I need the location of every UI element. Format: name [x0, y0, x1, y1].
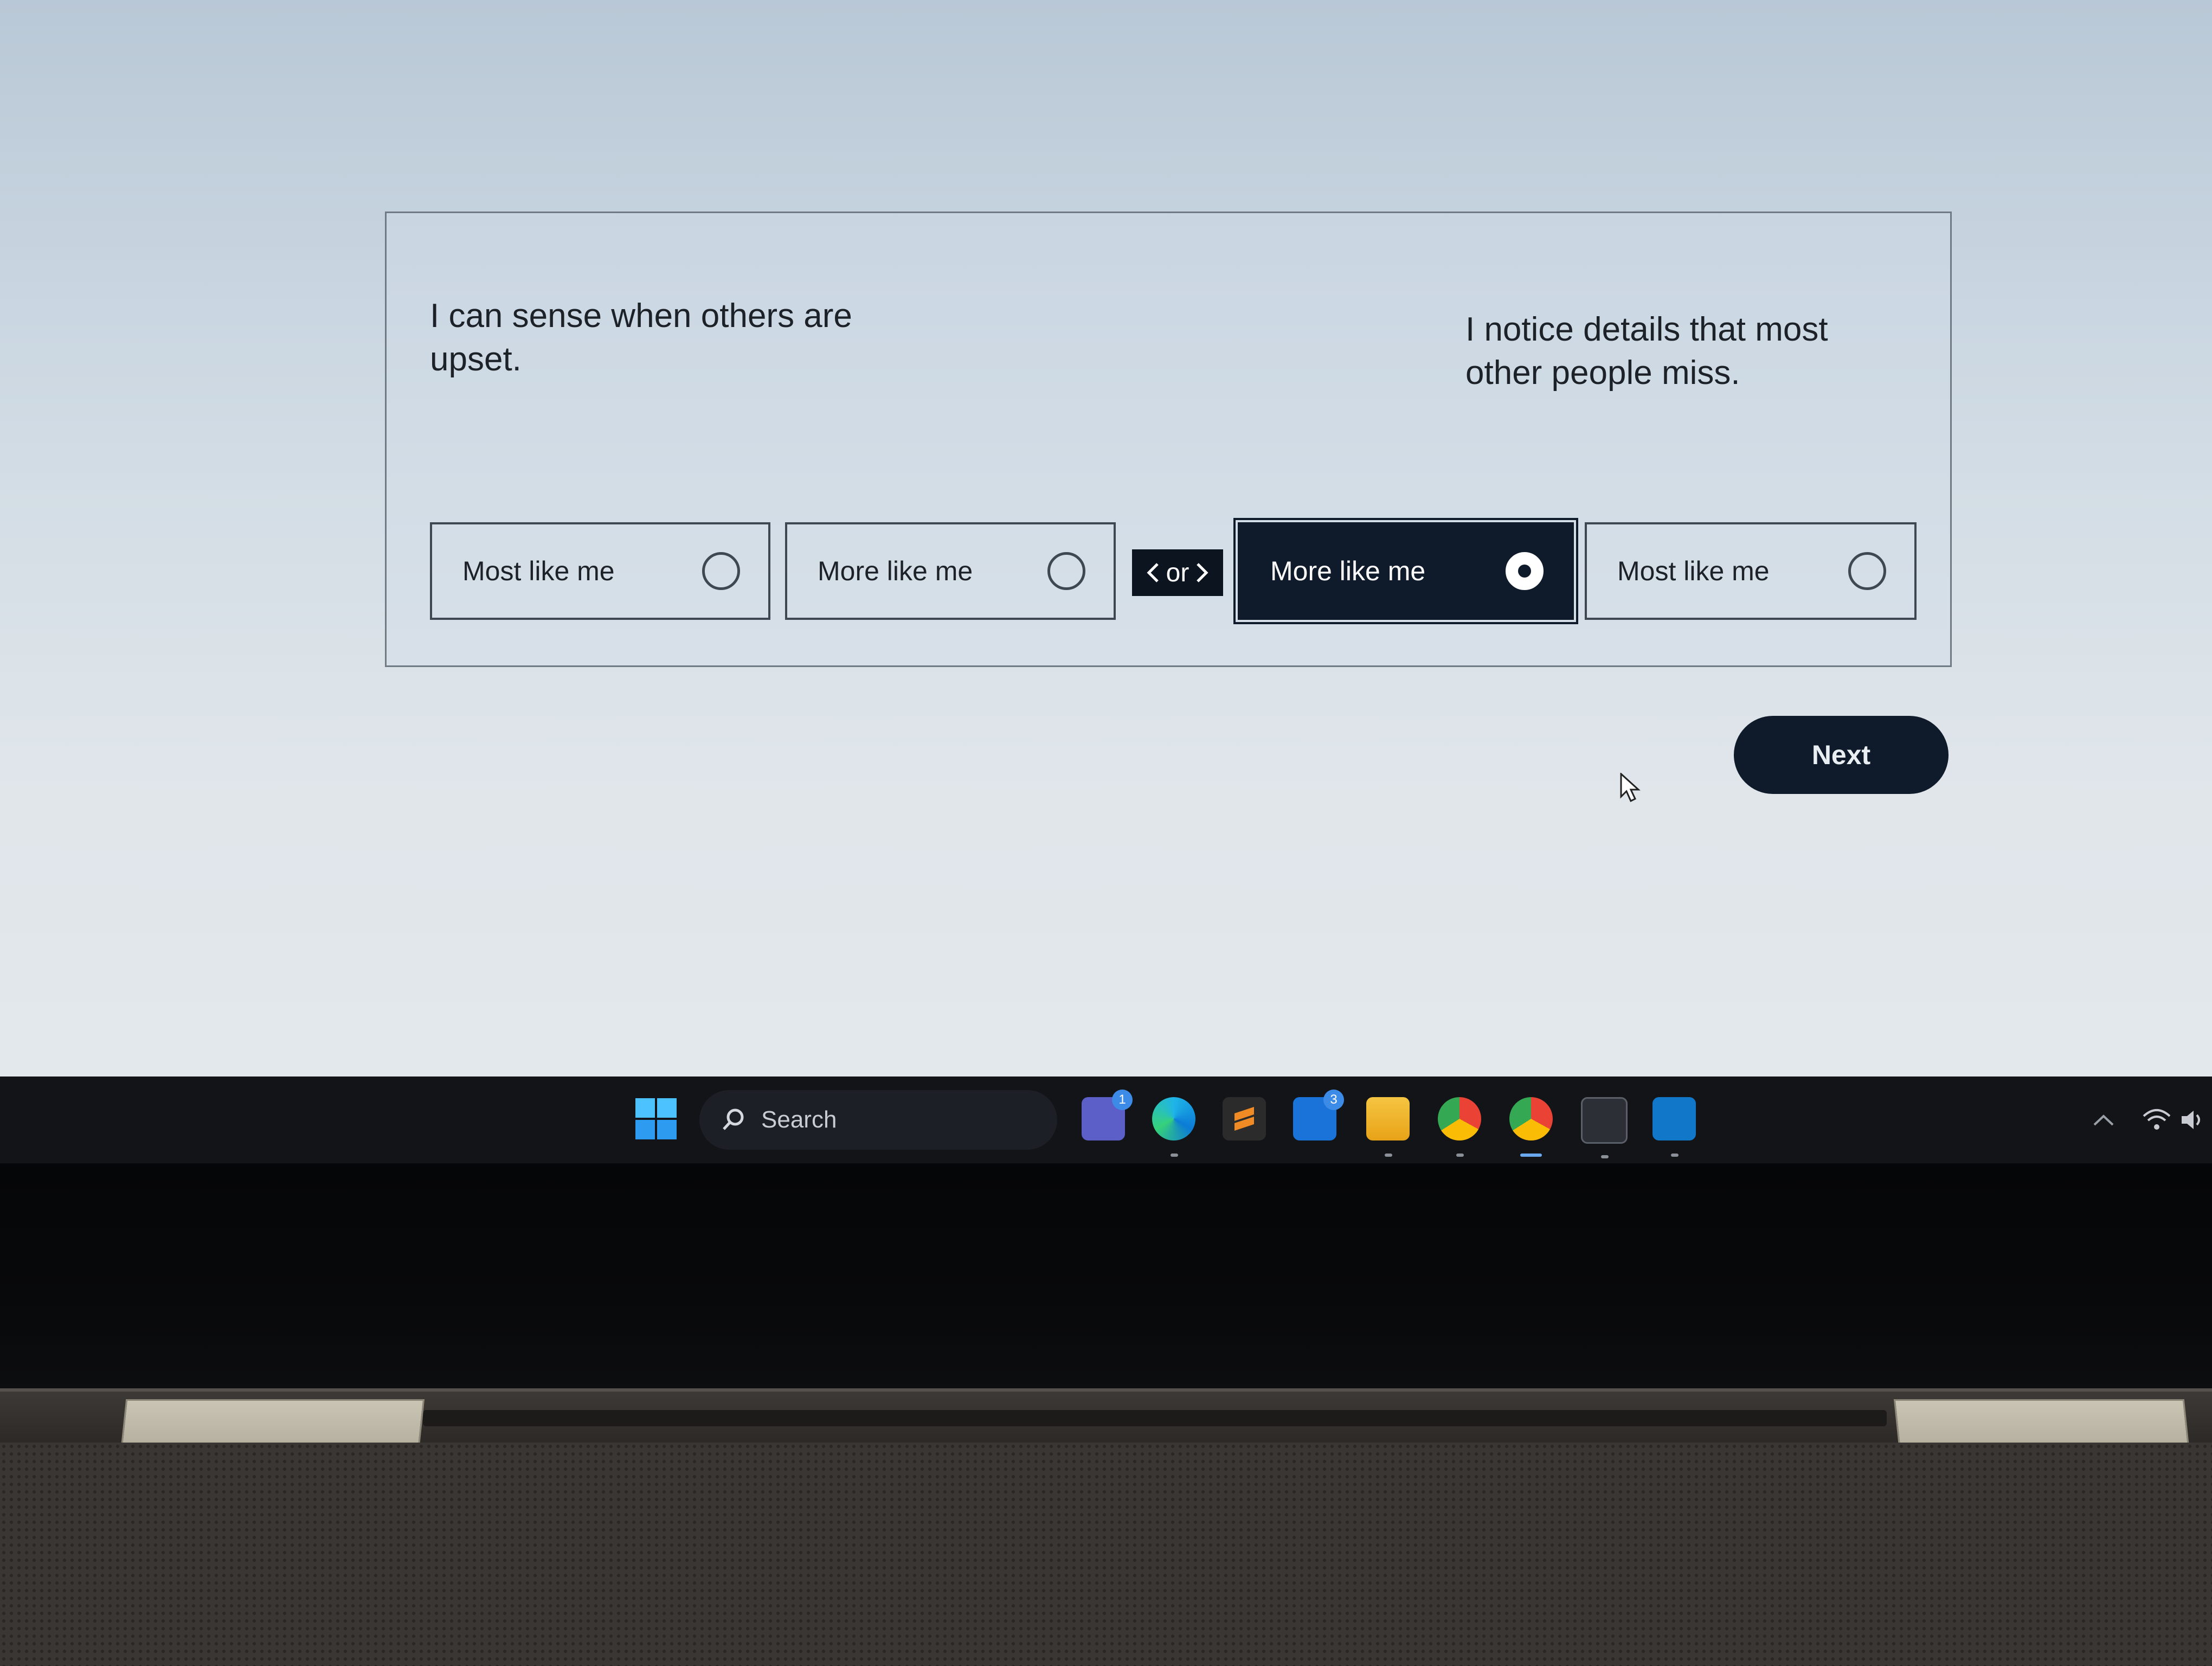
option-label: Most like me: [462, 556, 615, 586]
option-left-more[interactable]: More like me: [785, 522, 1116, 620]
chevron-right-icon: [1197, 563, 1208, 582]
radio-button-selected[interactable]: [1506, 552, 1544, 590]
chrome-profile-icon[interactable]: [1509, 1097, 1553, 1157]
or-divider: or: [1132, 549, 1223, 596]
chrome-icon[interactable]: [1438, 1097, 1481, 1157]
or-label: or: [1166, 558, 1189, 587]
windows-start-icon[interactable]: [635, 1098, 677, 1139]
sublime-text-icon[interactable]: [1223, 1097, 1266, 1140]
running-indicator: [1171, 1154, 1178, 1157]
taskbar: Search 1 3: [0, 1077, 2212, 1163]
hinge-strip: [423, 1410, 1887, 1426]
notification-badge: 3: [1323, 1090, 1344, 1110]
option-right-most[interactable]: Most like me: [1585, 522, 1917, 620]
laptop-bezel: [0, 1163, 2212, 1396]
keyboard-deck: [0, 1443, 2212, 1666]
mail-icon[interactable]: 3: [1293, 1090, 1344, 1140]
terminal-icon[interactable]: [1581, 1097, 1628, 1158]
radio-button[interactable]: [1848, 552, 1886, 590]
teams-icon[interactable]: 1: [1082, 1090, 1133, 1140]
running-indicator: [1385, 1154, 1392, 1157]
option-label: More like me: [1270, 556, 1426, 586]
radio-button[interactable]: [1047, 552, 1085, 590]
notification-badge: 1: [1112, 1090, 1133, 1110]
option-label: More like me: [818, 556, 973, 586]
left-statement: I can sense when others are upset.: [430, 297, 852, 378]
question-card: I can sense when others are upset. I not…: [385, 212, 1952, 667]
sublime-glyph-icon: [1234, 1107, 1254, 1131]
search-label: Search: [761, 1106, 837, 1133]
screen: I can sense when others are upset. I not…: [0, 0, 2212, 1077]
edge-icon[interactable]: [1152, 1097, 1195, 1157]
chevron-left-icon: [1147, 563, 1159, 582]
running-indicator: [1671, 1154, 1679, 1157]
volume-icon[interactable]: [2179, 1106, 2210, 1133]
search-icon: [723, 1108, 744, 1130]
chevron-up-icon[interactable]: [2090, 1106, 2117, 1133]
option-left-most[interactable]: Most like me: [430, 522, 770, 620]
running-indicator: [1456, 1154, 1464, 1157]
file-explorer-icon[interactable]: [1366, 1097, 1410, 1157]
mouse-cursor-icon: [1620, 773, 1641, 803]
option-label: Most like me: [1617, 556, 1770, 586]
vscode-icon[interactable]: [1652, 1097, 1696, 1157]
active-indicator: [1520, 1154, 1542, 1157]
right-statement: I notice details that most other people …: [1465, 311, 1828, 392]
running-indicator: [1601, 1155, 1609, 1158]
taskbar-search[interactable]: Search: [699, 1090, 1057, 1150]
option-right-more[interactable]: More like me: [1233, 518, 1578, 624]
radio-button[interactable]: [702, 552, 740, 590]
wifi-icon[interactable]: [2142, 1106, 2172, 1133]
next-button[interactable]: Next: [1734, 716, 1949, 794]
